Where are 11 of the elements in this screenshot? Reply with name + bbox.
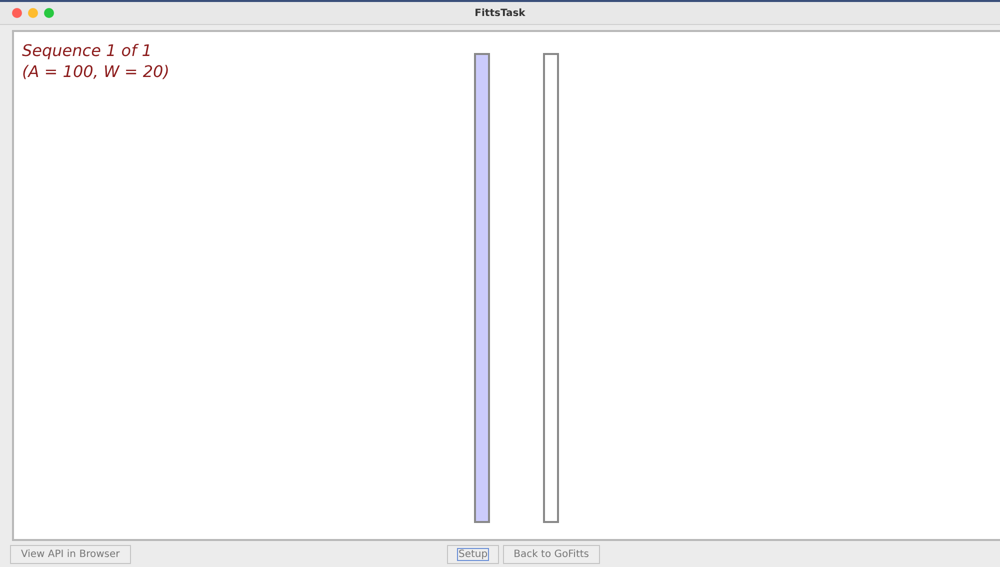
sequence-info: Sequence 1 of 1 <box>22 40 153 61</box>
view-api-button[interactable]: View API in Browser <box>10 544 131 564</box>
back-button[interactable]: Back to GoFitts <box>502 544 600 564</box>
window-title: FittsTask <box>474 8 526 18</box>
sequence-info: (A = 100, W = 20) <box>22 61 170 82</box>
target-bar[interactable] <box>474 53 490 523</box>
close-icon[interactable] <box>12 8 22 18</box>
zoom-icon[interactable] <box>44 8 54 18</box>
target-bar[interactable] <box>543 53 559 523</box>
setup-button[interactable]: Setup <box>447 544 499 564</box>
minimize-icon[interactable] <box>28 8 38 18</box>
